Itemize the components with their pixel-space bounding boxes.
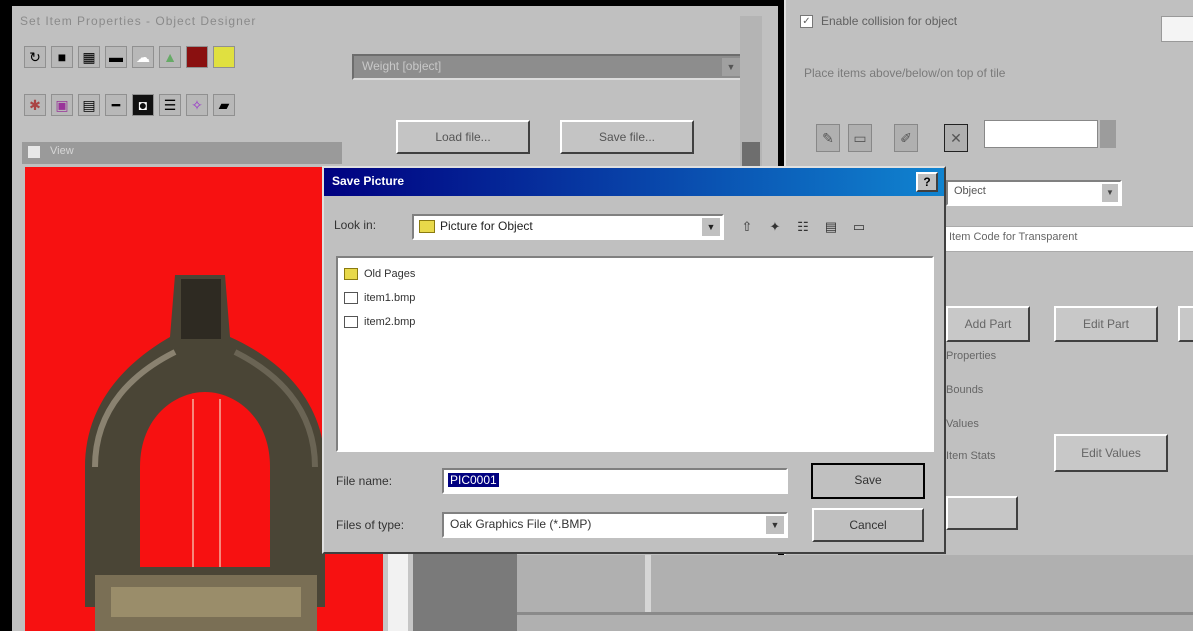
file-type-value: Oak Graphics File (*.BMP): [450, 517, 592, 531]
save-icon[interactable]: ■: [51, 46, 73, 68]
values-label: Values: [946, 418, 979, 430]
key-icon[interactable]: ▬: [105, 46, 127, 68]
look-in-label: Look in:: [334, 218, 377, 232]
save-file-button[interactable]: Save file...: [560, 120, 694, 154]
file-name: item1.bmp: [364, 292, 416, 304]
list-view-icon[interactable]: ☷: [792, 216, 814, 238]
file-icon: [344, 316, 358, 328]
object-combo-value: Weight [object]: [362, 59, 442, 73]
edit-values-button[interactable]: Edit Values: [1054, 434, 1168, 472]
save-picture-dialog: Save Picture ? Look in: Picture for Obje…: [322, 166, 946, 554]
chevron-down-icon[interactable]: ▼: [766, 516, 784, 534]
status-area: [517, 555, 1193, 631]
item-code-field[interactable]: Item Code for Transparent: [942, 226, 1193, 252]
file-icon: [344, 292, 358, 304]
rotate-icon[interactable]: ✱: [24, 94, 46, 116]
look-in-combo[interactable]: Picture for Object ▼: [412, 214, 724, 240]
view-strip-label: View: [50, 145, 74, 157]
folder-icon: [419, 220, 435, 233]
spin-control[interactable]: [1100, 120, 1116, 148]
item-stats-label: Item Stats: [946, 450, 996, 462]
help-button[interactable]: ?: [916, 172, 938, 192]
toolbar-row-1: ↻ ■ ▦ ▬ ☁ ▲: [24, 46, 235, 68]
file-name: Old Pages: [364, 268, 416, 280]
load-file-button[interactable]: Load file...: [396, 120, 530, 154]
properties-description: Place items above/below/on top of tile: [804, 66, 1006, 80]
save-button[interactable]: Save: [811, 463, 925, 499]
chevron-down-icon[interactable]: ▼: [1102, 184, 1118, 202]
dialog-titlebar[interactable]: Save Picture ?: [324, 168, 944, 196]
more-button[interactable]: [1178, 306, 1193, 342]
chevron-down-icon[interactable]: ▼: [722, 58, 740, 76]
file-name-input[interactable]: PIC0001: [442, 468, 788, 494]
collision-checkbox[interactable]: ✓: [800, 14, 813, 28]
file-list[interactable]: Old Pages item1.bmp item2.bmp: [336, 256, 934, 452]
edit-tool-icon[interactable]: ✐: [894, 124, 918, 152]
bounds-label: Bounds: [946, 384, 984, 396]
folder-icon: [344, 268, 358, 280]
list-item[interactable]: Old Pages: [344, 262, 926, 286]
type-select-value: Object: [954, 185, 986, 197]
chevron-down-icon[interactable]: ▼: [702, 218, 720, 236]
list-icon[interactable]: ☰: [159, 94, 181, 116]
file-name: item2.bmp: [364, 316, 416, 328]
file-name-value: PIC0001: [448, 473, 499, 487]
file-name-label: File name:: [336, 474, 393, 488]
view-strip: View: [22, 142, 342, 164]
cloud-icon[interactable]: ☁: [132, 46, 154, 68]
divider: [517, 612, 1193, 615]
top-field[interactable]: [1161, 16, 1193, 42]
grid2-icon[interactable]: ▤: [78, 94, 100, 116]
dark-square-icon[interactable]: ◘: [132, 94, 154, 116]
star-icon[interactable]: ✧: [186, 94, 208, 116]
new-folder-icon[interactable]: ✦: [764, 216, 786, 238]
file-type-select[interactable]: Oak Graphics File (*.BMP) ▼: [442, 512, 788, 538]
brush-icon[interactable]: [186, 46, 208, 68]
edit-part-button[interactable]: Edit Part: [1054, 306, 1158, 342]
view-icon: [28, 146, 40, 158]
lower-button[interactable]: [946, 496, 1018, 530]
list-item[interactable]: item1.bmp: [344, 286, 926, 310]
pencil-icon[interactable]: ✎: [816, 124, 840, 152]
toolbar-row-2: ✱ ▣ ▤ ━ ◘ ☰ ✧ ▰: [24, 94, 235, 116]
list-item[interactable]: item2.bmp: [344, 310, 926, 334]
properties-label: Properties: [946, 350, 997, 362]
object-combo[interactable]: Weight [object] ▼: [352, 54, 744, 80]
type-select[interactable]: Object ▼: [946, 180, 1122, 206]
splitter[interactable]: [645, 555, 651, 615]
file-type-label: Files of type:: [336, 518, 405, 532]
bulb-icon[interactable]: [213, 46, 235, 68]
collision-checkbox-row[interactable]: ✓ Enable collision for object: [800, 14, 957, 28]
cancel-button[interactable]: Cancel: [812, 508, 924, 542]
collision-checkbox-label: Enable collision for object: [821, 14, 958, 28]
image-icon[interactable]: ▰: [213, 94, 235, 116]
grid-icon[interactable]: ▦: [78, 46, 100, 68]
look-in-value: Picture for Object: [440, 219, 533, 233]
value-field[interactable]: [984, 120, 1098, 148]
box-tool-icon[interactable]: ▭: [848, 124, 872, 152]
box-icon[interactable]: ▣: [51, 94, 73, 116]
dialog-title: Save Picture: [332, 174, 405, 188]
line-icon[interactable]: ━: [105, 94, 127, 116]
details-view-icon[interactable]: ▤: [820, 216, 842, 238]
delete-tool-icon[interactable]: ✕: [944, 124, 968, 152]
window-title: Set Item Properties - Object Designer: [20, 14, 257, 28]
add-part-button[interactable]: Add Part: [946, 306, 1030, 342]
paint-icon[interactable]: ▲: [159, 46, 181, 68]
desktop-icon[interactable]: ▭: [848, 216, 870, 238]
open-icon[interactable]: ↻: [24, 46, 46, 68]
up-folder-icon[interactable]: ⇧: [736, 216, 758, 238]
